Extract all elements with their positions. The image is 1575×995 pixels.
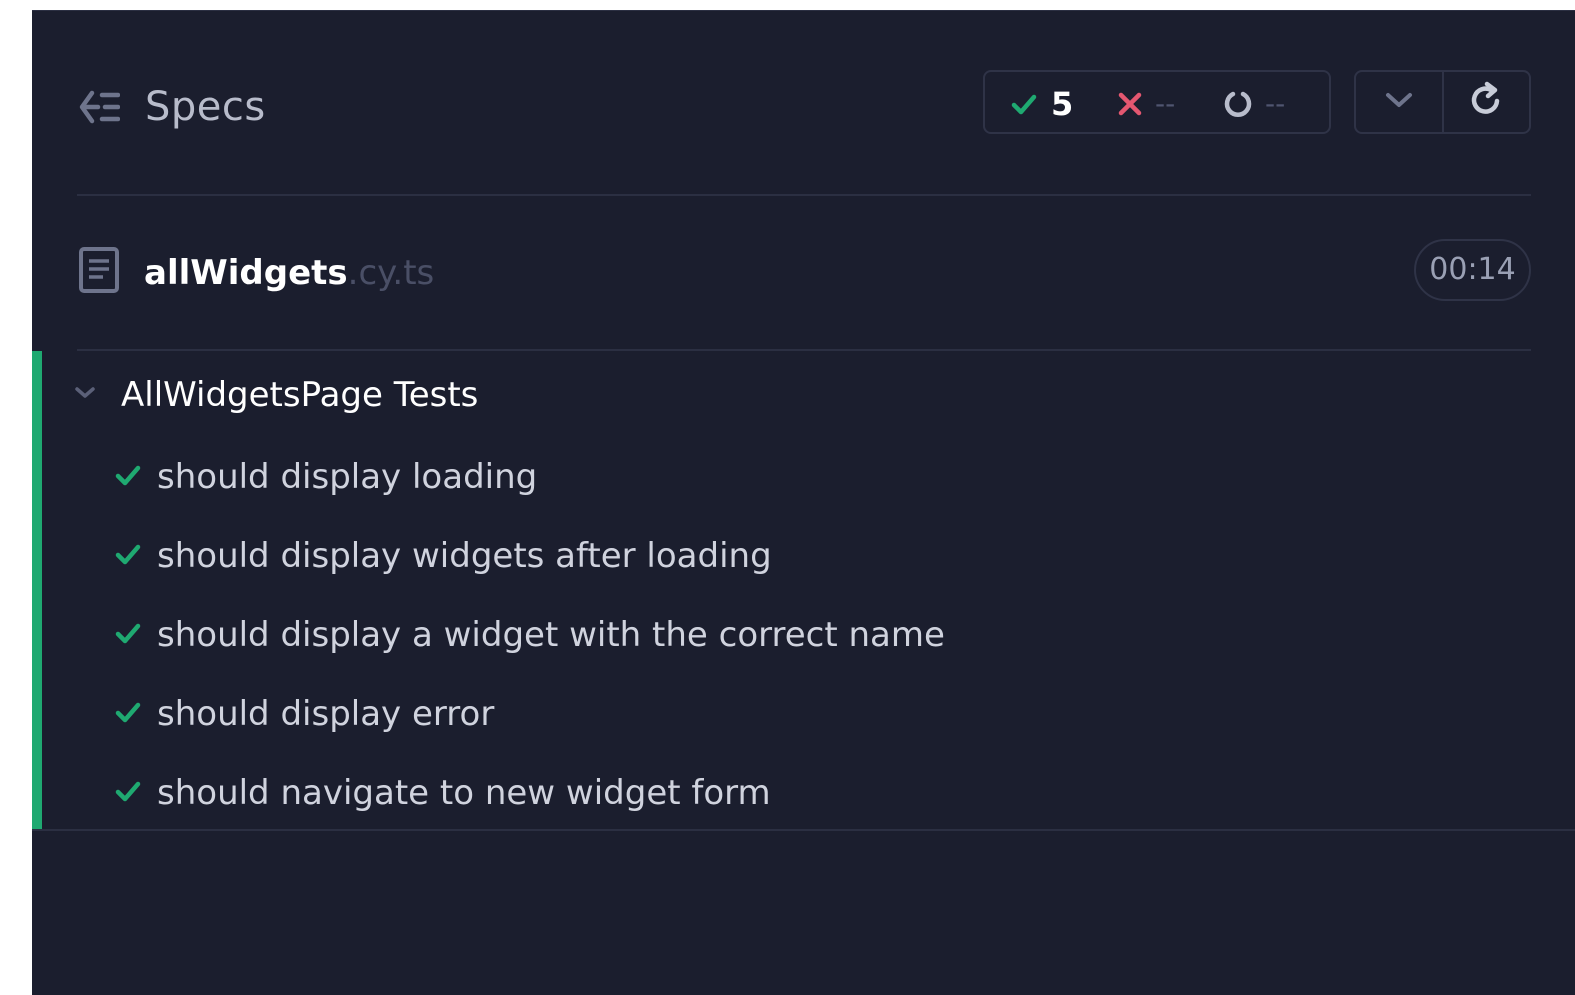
check-icon xyxy=(115,700,141,728)
refresh-icon xyxy=(1467,81,1505,123)
chevron-down-icon xyxy=(1384,90,1414,114)
check-icon xyxy=(115,542,141,570)
test-title: should display a widget with the correct… xyxy=(157,615,945,655)
test-item[interactable]: should display widgets after loading xyxy=(115,532,772,580)
test-title: should navigate to new widget form xyxy=(157,773,771,813)
check-icon xyxy=(1011,92,1037,116)
test-title: should display widgets after loading xyxy=(157,536,772,576)
collapse-all-button[interactable] xyxy=(1356,72,1442,132)
rerun-button[interactable] xyxy=(1441,72,1530,132)
reporter-controls xyxy=(1354,70,1531,134)
spec-file-base: allWidgets xyxy=(144,253,348,293)
document-icon xyxy=(79,247,119,293)
suite-title: AllWidgetsPage Tests xyxy=(121,375,479,415)
test-item[interactable]: should navigate to new widget form xyxy=(115,769,771,817)
suite-divider xyxy=(32,829,1575,831)
reporter-header: Specs 5 -- -- xyxy=(32,11,1575,196)
test-title: should display error xyxy=(157,694,495,734)
failed-count: -- xyxy=(1155,87,1176,120)
suite-header[interactable]: AllWidgetsPage Tests xyxy=(73,371,478,419)
pending-count: -- xyxy=(1265,87,1286,120)
specs-title[interactable]: Specs xyxy=(145,83,266,131)
check-icon xyxy=(115,463,141,491)
failed-stat: -- xyxy=(1117,86,1175,122)
pending-circle-icon xyxy=(1223,89,1253,119)
spec-file-name[interactable]: allWidgets.cy.ts xyxy=(144,249,434,297)
test-title: should display loading xyxy=(157,457,538,497)
header-divider xyxy=(77,194,1531,196)
spec-file-ext: .cy.ts xyxy=(347,253,435,293)
pending-stat: -- xyxy=(1223,86,1285,122)
chevron-down-icon xyxy=(73,385,97,405)
passed-count: 5 xyxy=(1051,85,1074,123)
test-item[interactable]: should display loading xyxy=(115,453,537,501)
spec-duration: 00:14 xyxy=(1414,239,1531,301)
check-icon xyxy=(115,779,141,807)
reporter-panel: Specs 5 -- -- allWidgets.cy.ts 00:14 All… xyxy=(32,10,1575,995)
passed-stat: 5 xyxy=(1011,86,1073,122)
test-item[interactable]: should display a widget with the correct… xyxy=(115,611,945,659)
test-stats: 5 -- -- xyxy=(983,70,1331,134)
test-suite: AllWidgetsPage Tests should display load… xyxy=(32,351,1575,829)
test-item[interactable]: should display error xyxy=(115,690,494,738)
back-arrow-icon[interactable] xyxy=(78,89,121,125)
check-icon xyxy=(115,621,141,649)
x-icon xyxy=(1117,91,1143,117)
